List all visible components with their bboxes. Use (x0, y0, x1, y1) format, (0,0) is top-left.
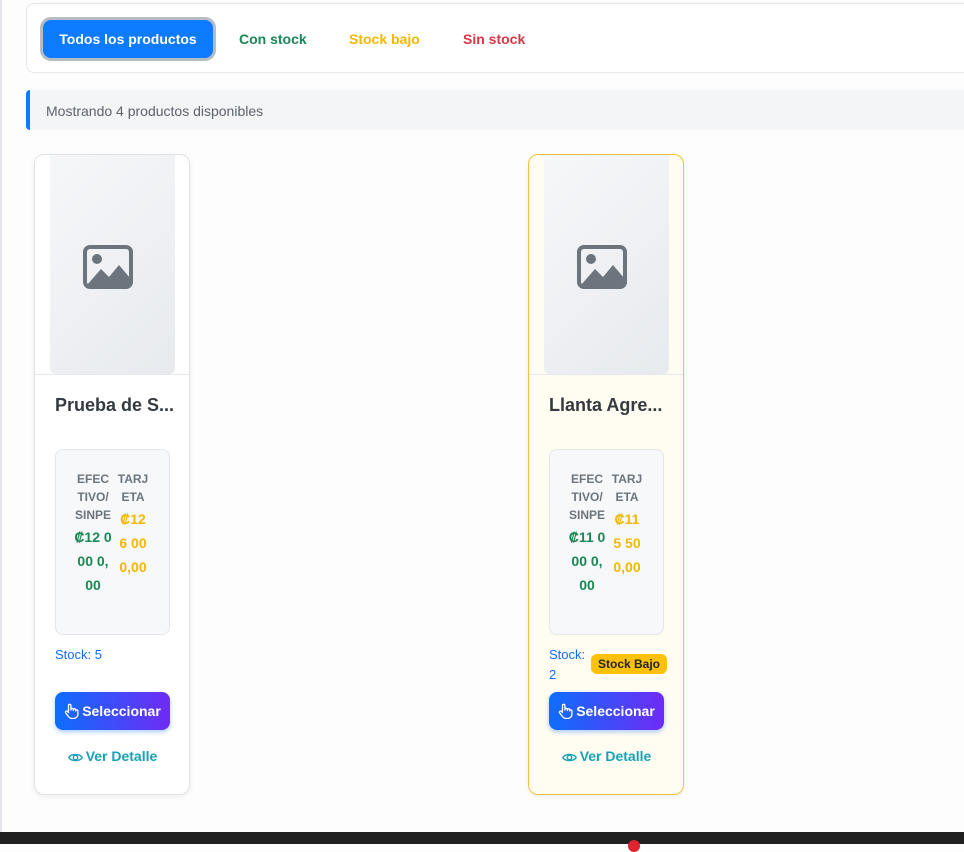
card-price-label: TARJETA (611, 472, 643, 504)
filter-low-stock-button[interactable]: Stock bajo (349, 20, 420, 58)
product-image-placeholder (50, 155, 175, 374)
products-count-banner: Mostrando 4 productos disponibles (26, 90, 964, 130)
price-box: EFECTIVO/SINPE ₡11 0 00 0,00 TARJETA ₡11… (549, 449, 664, 635)
stock-count: Stock: 2 (549, 647, 586, 682)
card-divider (529, 374, 683, 375)
stock-filter-bar: Todos los productos Con stock Stock bajo… (26, 3, 964, 73)
card-price-label: TARJETA (117, 472, 149, 504)
view-detail-link[interactable]: Ver Detalle (549, 747, 664, 765)
product-title: Prueba de S... (55, 395, 175, 415)
product-image-placeholder (544, 155, 669, 374)
low-stock-badge: Stock Bajo (591, 654, 668, 674)
cash-price-column: EFECTIVO/SINPE ₡12 0 00 0,00 (74, 470, 112, 597)
select-button-label: Seleccionar (576, 703, 655, 719)
hand-pointer-icon (65, 703, 79, 719)
image-icon (577, 245, 627, 289)
os-taskbar (0, 832, 964, 844)
price-box: EFECTIVO/SINPE ₡12 0 00 0,00 TARJETA ₡12… (55, 449, 170, 635)
product-title: Llanta Agre... (549, 395, 663, 415)
product-card: Prueba de S... EFECTIVO/SINPE ₡12 0 00 0… (34, 154, 190, 795)
card-price-column: TARJETA ₡11 5 50 0,00 (610, 470, 644, 579)
view-detail-link[interactable]: Ver Detalle (55, 747, 170, 765)
cash-price-label: EFECTIVO/SINPE (74, 472, 111, 522)
select-product-button[interactable]: Seleccionar (55, 692, 170, 730)
view-detail-label: Ver Detalle (579, 748, 652, 764)
card-divider (35, 374, 189, 375)
stock-count: Stock: 5 (55, 647, 102, 662)
cash-price-value: ₡11 0 00 0,00 (568, 529, 606, 593)
cash-price-value: ₡12 0 00 0,00 (74, 529, 112, 593)
page-left-border (0, 0, 2, 832)
products-count-text: Mostrando 4 productos disponibles (46, 103, 264, 119)
eye-icon (561, 753, 577, 762)
filter-in-stock-button[interactable]: Con stock (239, 20, 307, 58)
cash-price-column: EFECTIVO/SINPE ₡11 0 00 0,00 (568, 470, 606, 597)
hand-pointer-icon (559, 703, 573, 719)
card-price-value: ₡12 6 00 0,00 (119, 511, 147, 575)
card-price-value: ₡11 5 50 0,00 (613, 511, 641, 575)
cash-price-label: EFECTIVO/SINPE (568, 472, 605, 522)
filter-all-button[interactable]: Todos los productos (43, 20, 213, 58)
filter-no-stock-button[interactable]: Sin stock (463, 20, 525, 58)
select-button-label: Seleccionar (82, 703, 161, 719)
product-card: Llanta Agre... EFECTIVO/SINPE ₡11 0 00 0… (528, 154, 684, 795)
eye-icon (67, 753, 83, 762)
card-price-column: TARJETA ₡12 6 00 0,00 (116, 470, 150, 579)
taskbar-app-icon[interactable] (628, 840, 640, 852)
view-detail-label: Ver Detalle (85, 748, 158, 764)
select-product-button[interactable]: Seleccionar (549, 692, 664, 730)
image-icon (83, 245, 133, 289)
